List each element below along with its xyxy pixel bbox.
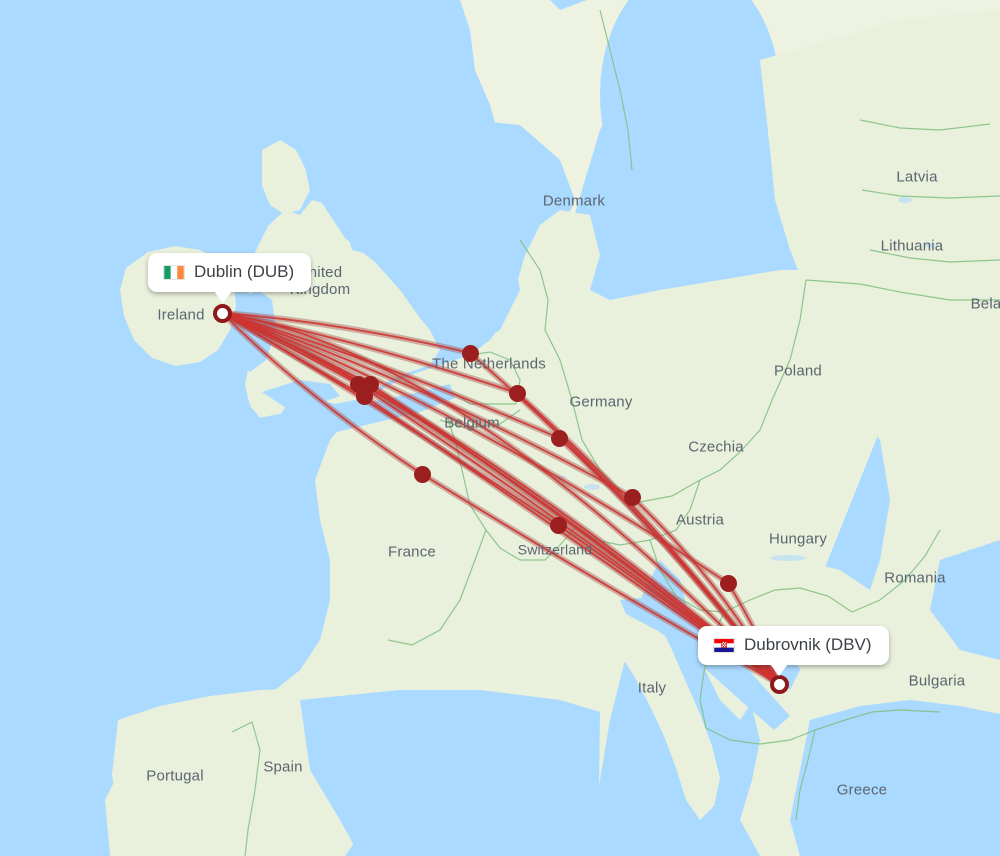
callout-tail [770, 664, 788, 676]
origin-airport-label: Dublin (DUB) [194, 262, 295, 281]
flag-croatia-icon [713, 637, 735, 653]
waypoint-marker[interactable] [355, 387, 373, 405]
origin-airport-callout[interactable]: Dublin (DUB) [148, 253, 312, 303]
waypoint-marker[interactable] [508, 384, 526, 402]
waypoint-marker[interactable] [623, 488, 641, 506]
flag-ireland-icon [163, 264, 185, 280]
route-halos [219, 310, 782, 687]
callout-tail [214, 291, 232, 303]
waypoint-marker[interactable] [550, 429, 568, 447]
waypoint-marker[interactable] [549, 516, 567, 534]
destination-airport-marker-dbv[interactable] [769, 674, 789, 694]
waypoint-marker[interactable] [413, 465, 431, 483]
waypoint-marker[interactable] [719, 574, 737, 592]
origin-airport-marker-dub[interactable] [212, 303, 232, 323]
flight-routes-layer [219, 310, 782, 687]
flight-route-map[interactable]: Denmark Latvia Lithuania United Kingdom … [0, 0, 1000, 856]
destination-airport-callout[interactable]: Dubrovnik (DBV) [698, 626, 889, 676]
waypoint-marker[interactable] [461, 344, 479, 362]
destination-airport-label: Dubrovnik (DBV) [744, 635, 872, 654]
